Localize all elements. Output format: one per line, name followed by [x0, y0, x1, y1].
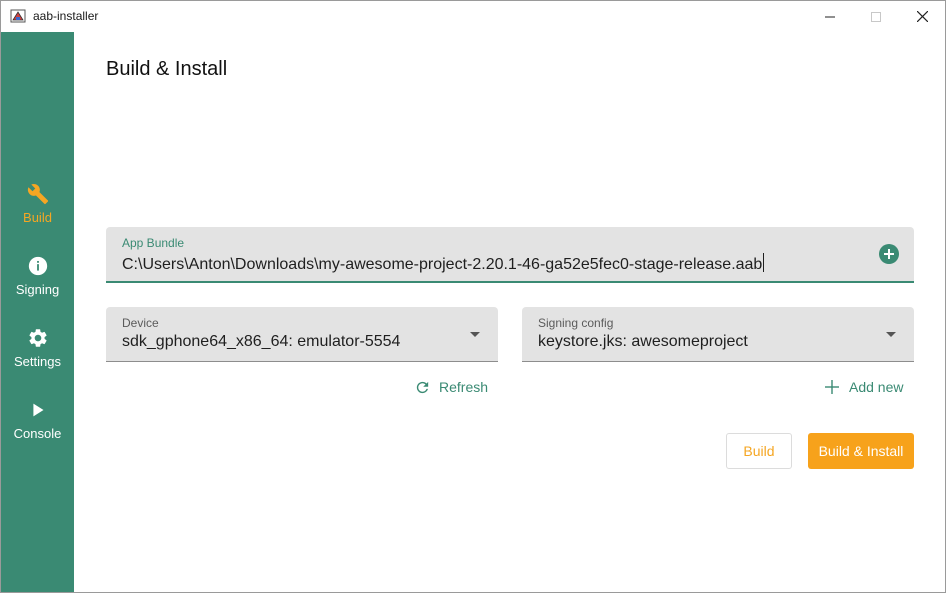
maximize-button[interactable]	[853, 1, 899, 32]
sidebar-item-label: Build	[23, 210, 52, 225]
refresh-label: Refresh	[439, 379, 489, 395]
sidebar-item-signing[interactable]: Signing	[1, 254, 74, 314]
sidebar-item-label: Console	[13, 426, 62, 441]
build-and-install-button[interactable]: Build & Install	[808, 433, 914, 469]
app-window: aab-installer Build Signing Settings Con…	[0, 0, 946, 593]
device-value: sdk_gphone64_x86_64: emulator-5554	[122, 333, 401, 350]
wrench-icon	[26, 182, 50, 206]
app-icon	[10, 8, 26, 24]
dropdown-arrow-icon	[470, 332, 480, 337]
device-select[interactable]: Device sdk_gphone64_x86_64: emulator-555…	[106, 307, 498, 362]
play-icon	[26, 398, 50, 422]
dropdown-arrow-icon	[886, 332, 896, 337]
title-bar: aab-installer	[1, 1, 945, 32]
text-caret	[763, 253, 765, 272]
sidebar: Build Signing Settings Console	[1, 32, 74, 592]
sidebar-item-console[interactable]: Console	[1, 398, 74, 458]
close-button[interactable]	[899, 1, 945, 32]
device-label: Device	[122, 316, 159, 330]
add-new-label: Add new	[849, 379, 904, 395]
app-bundle-input[interactable]: C:\Users\Anton\Downloads\my-awesome-proj…	[122, 253, 765, 274]
window-title: aab-installer	[33, 9, 99, 23]
build-button[interactable]: Build	[726, 433, 792, 469]
gear-icon	[26, 326, 50, 350]
minimize-icon	[825, 16, 835, 17]
app-bundle-field[interactable]: App Bundle C:\Users\Anton\Downloads\my-a…	[106, 227, 914, 283]
signing-config-select[interactable]: Signing config keystore.jks: awesomeproj…	[522, 307, 914, 362]
info-icon	[26, 254, 50, 278]
app-bundle-label: App Bundle	[122, 236, 185, 250]
plus-icon	[823, 378, 841, 396]
main-content: Build & Install App Bundle C:\Users\Anto…	[74, 32, 945, 592]
minimize-button[interactable]	[807, 1, 853, 32]
refresh-icon	[413, 378, 431, 396]
sidebar-item-build[interactable]: Build	[1, 182, 74, 242]
page-title: Build & Install	[106, 58, 228, 80]
sidebar-item-settings[interactable]: Settings	[1, 326, 74, 386]
app-bundle-value: C:\Users\Anton\Downloads\my-awesome-proj…	[122, 256, 763, 273]
close-icon	[916, 11, 928, 22]
refresh-button[interactable]: Refresh	[413, 378, 488, 396]
signing-config-label: Signing config	[538, 316, 614, 330]
maximize-icon	[871, 11, 881, 22]
sidebar-item-label: Settings	[14, 354, 61, 369]
signing-config-value: keystore.jks: awesomeproject	[538, 333, 748, 350]
sidebar-item-label: Signing	[15, 282, 60, 297]
add-circle-icon[interactable]	[879, 244, 899, 264]
add-new-button[interactable]: Add new	[823, 378, 903, 396]
